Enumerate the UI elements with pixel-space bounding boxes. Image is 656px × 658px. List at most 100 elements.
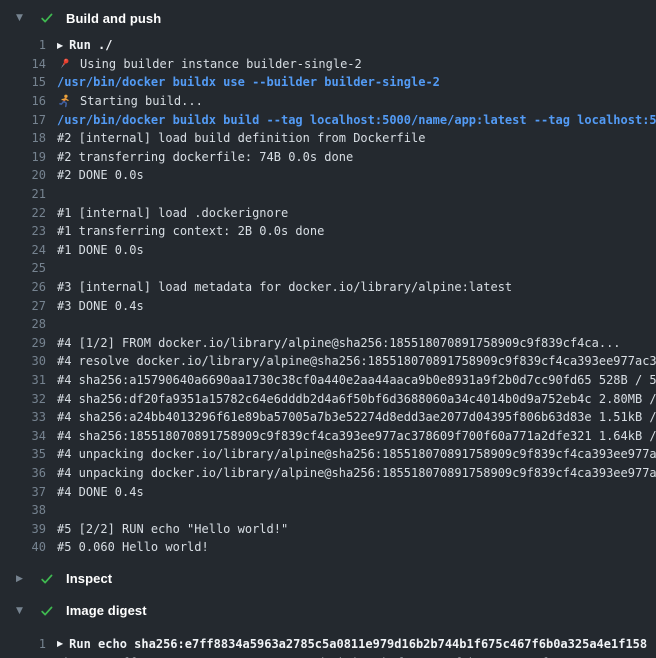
line-number[interactable]: 23 <box>0 224 46 238</box>
log-text-content: #4 unpacking docker.io/library/alpine@sh… <box>57 466 656 480</box>
log-text: #3 [internal] load metadata for docker.i… <box>57 280 512 294</box>
line-number[interactable]: 29 <box>0 336 46 350</box>
log-line: 21 <box>0 185 656 204</box>
log-text: #1 [internal] load .dockerignore <box>57 206 288 220</box>
runner-icon <box>57 94 71 108</box>
log-sections-container: ▼ Build and push 1 ▶ Run ./ 14Using builder i… <box>0 8 656 658</box>
log-text-content: #1 DONE 0.0s <box>57 243 144 257</box>
log-text-content: #1 [internal] load .dockerignore <box>57 206 288 220</box>
section-build-and-push: ▼ Build and push 1 ▶ Run ./ 14Using builder i… <box>0 8 656 557</box>
run-step-group[interactable]: ▶ Run echo sha256:e7ff8834a5963a2785c5a08… <box>57 637 647 651</box>
line-number[interactable]: 27 <box>0 299 46 313</box>
line-number[interactable]: 1 <box>0 637 46 651</box>
line-number[interactable]: 37 <box>0 485 46 499</box>
log-line: 30 #4 resolve docker.io/library/alpine@sh… <box>0 352 656 371</box>
log-line: 37 #4 DONE 0.4s <box>0 482 656 501</box>
expand-run-icon[interactable]: ▶ <box>57 639 63 648</box>
chevron-down-icon[interactable]: ▼ <box>16 13 26 23</box>
success-check-icon <box>40 11 54 25</box>
log-line: 20#2 DONE 0.0s <box>0 166 656 185</box>
log-text-content: #5 0.060 Hello world! <box>57 540 209 554</box>
log-text-content: Run ./ <box>69 38 112 52</box>
run-step-group[interactable]: ▶ Run ./ <box>57 38 113 52</box>
line-number[interactable]: 36 <box>0 466 46 480</box>
log-text-content: Run echo sha256:e7ff8834a5963a2785c5a081… <box>69 637 647 651</box>
section-header-image-digest[interactable]: ▼Image digest <box>0 601 656 621</box>
log-text: /usr/bin/docker buildx use --builder bui… <box>57 75 440 89</box>
log-line: 18 #2 [internal] load build definition fr… <box>0 129 656 148</box>
line-number[interactable]: 25 <box>0 261 46 275</box>
log-line: 35 #4 unpacking docker.io/library/alpine@… <box>0 445 656 464</box>
section-inspect: ▶Inspect <box>0 569 656 589</box>
log-text-content: #3 [internal] load metadata for docker.i… <box>57 280 512 294</box>
log-text-content: #4 sha256:a15790640a6690aa1730c38cf0a440… <box>57 373 656 387</box>
log-line: 19 #2 transferring dockerfile: 74B 0.0s d… <box>0 148 656 167</box>
chevron-down-icon[interactable]: ▼ <box>16 606 26 616</box>
log-text: Starting build... <box>57 94 203 108</box>
log-text-content: #3 DONE 0.4s <box>57 299 144 313</box>
log-line: 29 #4 [1/2] FROM docker.io/library/alpine… <box>0 334 656 353</box>
log-text-content: #4 sha256:df20fa9351a15782c64e6dddb2d4a6… <box>57 392 656 406</box>
log-text: #4 unpacking docker.io/library/alpine@sh… <box>57 447 656 461</box>
log-line: 1 ▶ Run ./ <box>0 36 656 55</box>
log-text: #4 sha256:df20fa9351a15782c64e6dddb2d4a6… <box>57 392 656 406</box>
log-line: 1 ▶ Run echo sha256:e7ff8834a5963a2785c5a0… <box>0 635 656 654</box>
log-text: #4 DONE 0.4s <box>57 485 144 499</box>
line-number[interactable]: 31 <box>0 373 46 387</box>
line-number[interactable]: 20 <box>0 168 46 182</box>
log-text-content: /usr/bin/docker buildx use --builder bui… <box>57 75 440 89</box>
log-line: 28 <box>0 315 656 334</box>
line-number[interactable]: 18 <box>0 131 46 145</box>
line-number[interactable]: 40 <box>0 540 46 554</box>
log-text: #1 DONE 0.0s <box>57 243 144 257</box>
expand-run-icon[interactable]: ▶ <box>57 41 63 50</box>
line-number[interactable]: 16 <box>0 94 46 108</box>
section-header-build-and-push[interactable]: ▼ Build and push <box>0 8 656 28</box>
line-number[interactable]: 33 <box>0 410 46 424</box>
log-line: 4sha256:e7ff8834a5963a2785c5a0811e979d16… <box>0 653 656 658</box>
line-number[interactable]: 14 <box>0 57 46 71</box>
line-number[interactable]: 39 <box>0 522 46 536</box>
line-number[interactable]: 28 <box>0 317 46 331</box>
line-number[interactable]: 15 <box>0 75 46 89</box>
line-number[interactable]: 26 <box>0 280 46 294</box>
log-text: #2 [internal] load build definition from… <box>57 131 425 145</box>
line-number[interactable]: 21 <box>0 187 46 201</box>
line-number[interactable]: 38 <box>0 503 46 517</box>
log-text-content: #2 transferring dockerfile: 74B 0.0s don… <box>57 150 353 164</box>
log-text: #4 [1/2] FROM docker.io/library/alpine@s… <box>57 336 621 350</box>
log-text: #5 [2/2] RUN echo "Hello world!" <box>57 522 288 536</box>
line-number[interactable]: 34 <box>0 429 46 443</box>
log-line: 14Using builder instance builder-single-… <box>0 55 656 74</box>
log-line: 15/usr/bin/docker buildx use --builder b… <box>0 73 656 92</box>
log-text-content: #4 DONE 0.4s <box>57 485 144 499</box>
log-text-content: #1 transferring context: 2B 0.0s done <box>57 224 324 238</box>
line-number[interactable]: 19 <box>0 150 46 164</box>
log-line: 26 #3 [internal] load metadata for docker… <box>0 278 656 297</box>
line-number[interactable]: 24 <box>0 243 46 257</box>
chevron-right-icon[interactable]: ▶ <box>16 574 26 584</box>
log-line: 38 <box>0 501 656 520</box>
log-line: 23 #1 transferring context: 2B 0.0s done <box>0 222 656 241</box>
line-number[interactable]: 17 <box>0 113 46 127</box>
section-title: Build and push <box>66 11 161 26</box>
log-line: 17/usr/bin/docker buildx build --tag loc… <box>0 110 656 129</box>
line-number[interactable]: 35 <box>0 447 46 461</box>
log-block: 1 ▶ Run ./ 14Using builder instance builder… <box>0 36 656 557</box>
log-line: 27 #3 DONE 0.4s <box>0 296 656 315</box>
line-number[interactable]: 30 <box>0 354 46 368</box>
log-text-content: #4 unpacking docker.io/library/alpine@sh… <box>57 447 656 461</box>
log-text-content: #2 [internal] load build definition from… <box>57 131 425 145</box>
log-text-content: #4 resolve docker.io/library/alpine@sha2… <box>57 354 656 368</box>
log-line: 32 #4 sha256:df20fa9351a15782c64e6dddb2d4… <box>0 389 656 408</box>
section-header-inspect[interactable]: ▶Inspect <box>0 569 656 589</box>
line-number[interactable]: 1 <box>0 38 46 52</box>
log-text: /usr/bin/docker buildx build --tag local… <box>57 113 656 127</box>
log-text: #4 unpacking docker.io/library/alpine@sh… <box>57 466 656 480</box>
line-number[interactable]: 32 <box>0 392 46 406</box>
log-text-content: #5 [2/2] RUN echo "Hello world!" <box>57 522 288 536</box>
success-check-icon <box>40 604 54 618</box>
log-text: #3 DONE 0.4s <box>57 299 144 313</box>
log-text: #4 sha256:a24bb4013296f61e89ba57005a7b3e… <box>57 410 656 424</box>
line-number[interactable]: 22 <box>0 206 46 220</box>
